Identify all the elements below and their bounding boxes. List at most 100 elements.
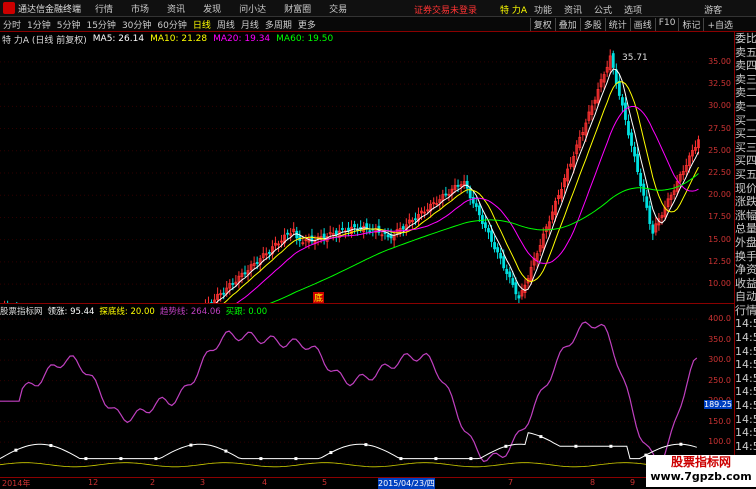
right-menu-item-4[interactable]: 游客 (704, 6, 722, 16)
lead-point (154, 457, 157, 460)
candle-body (354, 225, 356, 227)
tool-button-5[interactable]: F10 (655, 18, 679, 31)
period-tab-7[interactable]: 周线 (217, 18, 235, 31)
period-tab-6[interactable]: 日线 (193, 18, 211, 31)
tool-button-0[interactable]: 复权 (530, 18, 555, 31)
side-label-24: 14:5 (735, 358, 756, 372)
period-tab-1[interactable]: 1分钟 (27, 18, 51, 31)
tool-button-7[interactable]: +自选 (703, 18, 736, 31)
candle-body (515, 283, 517, 294)
candle-body (494, 243, 496, 249)
tool-button-3[interactable]: 统计 (605, 18, 630, 31)
right-menu: 功能 资讯 公式 选项 游客 (534, 3, 734, 16)
candle-body (640, 173, 642, 185)
indicator-chart[interactable] (0, 315, 734, 477)
date-tick-1: 12 (88, 478, 98, 487)
ma10-value: MA10: 21.28 (150, 34, 207, 44)
candle-body (481, 216, 483, 224)
candle-body (232, 283, 234, 284)
candle-body (341, 228, 343, 229)
ma60-value: MA60: 19.50 (276, 34, 333, 44)
indicator-current-value: 189.25 (704, 400, 732, 409)
candle-body (323, 234, 325, 239)
menu-item-4[interactable]: 问小达 (239, 5, 266, 15)
candle-body (268, 252, 270, 253)
candle-body (491, 231, 493, 241)
price-tick-4: 25.00 (708, 146, 731, 155)
period-tab-9[interactable]: 多周期 (265, 18, 292, 31)
side-label-13: 涨幅 (735, 209, 756, 223)
side-label-5: 卖一 (735, 100, 756, 114)
period-tab-10[interactable]: 更多 (298, 18, 316, 31)
menu-item-0[interactable]: 行情 (95, 5, 113, 15)
candle-body (384, 232, 386, 233)
candle-body (637, 154, 639, 171)
candle-body (506, 269, 508, 273)
side-label-29: 14:5 (735, 426, 756, 440)
side-label-15: 外盘 (735, 236, 756, 250)
pane-divider (0, 303, 734, 304)
tool-button-1[interactable]: 叠加 (555, 18, 580, 31)
menu-item-2[interactable]: 资讯 (167, 5, 185, 15)
right-menu-item-1[interactable]: 资讯 (564, 6, 582, 16)
ma-info-bar: 特 力A (日线 前复权) MA5: 26.14 MA10: 21.28 MA2… (0, 33, 339, 45)
period-tabs: 分时 1分钟 5分钟 15分钟 30分钟 60分钟日线周线月线多周期更多 (0, 18, 319, 31)
right-menu-item-0[interactable]: 功能 (534, 6, 552, 16)
menu-item-3[interactable]: 发现 (203, 5, 221, 15)
price-tick-1: 32.50 (708, 79, 731, 88)
side-label-12: 涨跌 (735, 195, 756, 209)
indicator-tick-0: 400.0 (708, 314, 731, 323)
side-label-23: 14:5 (735, 345, 756, 359)
ma60-line (2, 174, 699, 304)
period-tab-5[interactable]: 60分钟 (157, 18, 186, 31)
tool-button-4[interactable]: 画线 (630, 18, 655, 31)
period-tab-2[interactable]: 5分钟 (57, 18, 81, 31)
side-label-7: 买二 (735, 127, 756, 141)
period-tab-3[interactable]: 15分钟 (86, 18, 115, 31)
lead-point (469, 457, 472, 460)
indicator-tick-6: 100.0 (708, 437, 731, 446)
candle-body (287, 233, 289, 234)
candle-body (478, 206, 480, 215)
tool-button-6[interactable]: 标记 (678, 18, 703, 31)
menu-item-6[interactable]: 交易 (329, 5, 347, 15)
login-notice[interactable]: 证券交易未登录 (414, 3, 477, 16)
date-tick-0: 2014年 (2, 478, 30, 489)
date-tick-4: 4 (262, 478, 267, 487)
indicator-tick-3: 250.0 (708, 376, 731, 385)
right-menu-item-3[interactable]: 选项 (624, 6, 642, 16)
tool-button-2[interactable]: 多股 (580, 18, 605, 31)
lead-point (504, 445, 507, 448)
bottom-marker-label: 底 (314, 292, 323, 303)
candle-body (223, 293, 225, 294)
title-bar: 通达信金融终端 行情市场资讯发现问小达财富圈交易 证券交易未登录 特 力A 功能… (0, 0, 756, 17)
price-tick-9: 12.50 (708, 257, 731, 266)
kline-chart[interactable]: 35.716.54底 (0, 45, 734, 303)
period-tab-8[interactable]: 月线 (241, 18, 259, 31)
candle-body (335, 231, 337, 235)
right-menu-item-2[interactable]: 公式 (594, 6, 612, 16)
side-label-11: 现价 (735, 182, 756, 196)
price-tick-5: 22.50 (708, 168, 731, 177)
side-label-2: 卖四 (735, 59, 756, 73)
menu-item-5[interactable]: 财富圈 (284, 5, 311, 15)
candle-body (509, 272, 511, 277)
price-tick-0: 35.00 (708, 57, 731, 66)
watermark: 股票指标网 www.7gpzb.com (646, 455, 756, 487)
candle-body (475, 204, 477, 207)
date-tick-5: 5 (322, 478, 327, 487)
period-tab-4[interactable]: 30分钟 (122, 18, 151, 31)
candle-body (445, 194, 447, 195)
side-label-6: 买一 (735, 114, 756, 128)
date-tick-6: 2015/04/23/四 (378, 478, 435, 489)
side-label-26: 14:5 (735, 385, 756, 399)
candle-body (618, 81, 620, 95)
menu-item-1[interactable]: 市场 (131, 5, 149, 15)
lead-point (259, 457, 262, 460)
lead-point (189, 444, 192, 447)
candle-body (652, 225, 654, 233)
stock-label: 特 力A (日线 前复权) (2, 33, 87, 46)
date-tick-9: 9 (630, 478, 635, 487)
period-tab-0[interactable]: 分时 (3, 18, 21, 31)
date-axis: 2014年1223452015/04/23/四789 (0, 477, 734, 487)
